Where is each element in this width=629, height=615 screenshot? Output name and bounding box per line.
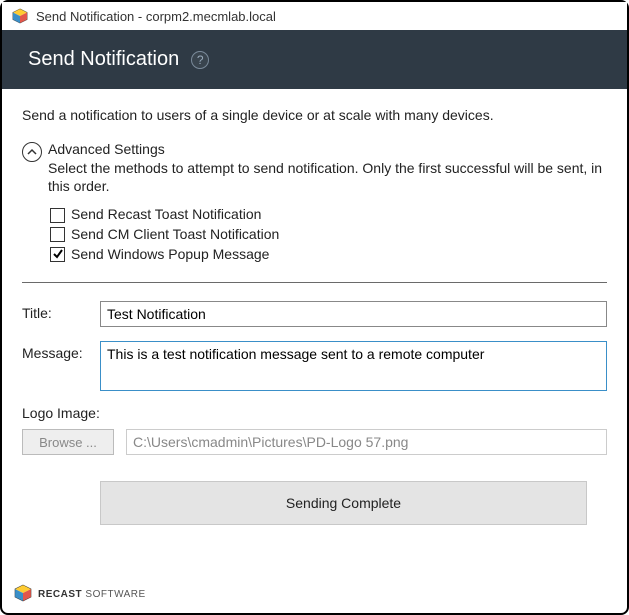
checkbox-recast-toast[interactable]	[50, 208, 65, 223]
advanced-toggle-button[interactable]	[22, 142, 42, 162]
message-row: Message:	[22, 341, 607, 391]
checkbox-label: Send CM Client Toast Notification	[71, 225, 279, 245]
logo-label: Logo Image:	[22, 405, 607, 421]
header-bar: Send Notification ?	[2, 30, 627, 89]
checkbox-label: Send Windows Popup Message	[71, 245, 269, 265]
message-input[interactable]	[100, 341, 607, 391]
content-area: Send a notification to users of a single…	[2, 89, 627, 535]
notification-method-list: Send Recast Toast Notification Send CM C…	[50, 205, 607, 264]
title-label: Title:	[22, 301, 100, 321]
advanced-settings-title: Advanced Settings	[48, 141, 607, 157]
checkbox-row-windows-popup: Send Windows Popup Message	[50, 245, 607, 265]
advanced-settings-section: Advanced Settings Select the methods to …	[22, 141, 607, 264]
advanced-settings-description: Select the methods to attempt to send no…	[48, 159, 607, 195]
checkbox-label: Send Recast Toast Notification	[71, 205, 261, 225]
checkbox-row-cm-toast: Send CM Client Toast Notification	[50, 225, 607, 245]
recast-logo-icon	[14, 584, 32, 605]
send-status-button[interactable]: Sending Complete	[100, 481, 587, 525]
title-input[interactable]	[100, 301, 607, 327]
divider	[22, 282, 607, 283]
browse-button[interactable]: Browse ...	[22, 429, 114, 455]
app-icon	[12, 8, 28, 24]
logo-path-input[interactable]	[126, 429, 607, 455]
checkbox-windows-popup[interactable]	[50, 247, 65, 262]
checkbox-cm-toast[interactable]	[50, 227, 65, 242]
page-title: Send Notification	[28, 48, 179, 71]
titlebar: Send Notification - corpm2.mecmlab.local	[2, 2, 627, 30]
logo-row: Browse ...	[22, 429, 607, 455]
help-icon[interactable]: ?	[191, 51, 209, 69]
checkbox-row-recast-toast: Send Recast Toast Notification	[50, 205, 607, 225]
page-description: Send a notification to users of a single…	[22, 107, 607, 123]
check-icon	[52, 248, 64, 260]
title-row: Title:	[22, 301, 607, 327]
message-label: Message:	[22, 341, 100, 361]
footer-brand: RECAST SOFTWARE	[38, 589, 146, 600]
window-title: Send Notification - corpm2.mecmlab.local	[36, 9, 276, 24]
chevron-up-icon	[27, 147, 37, 157]
footer: RECAST SOFTWARE	[14, 584, 146, 605]
